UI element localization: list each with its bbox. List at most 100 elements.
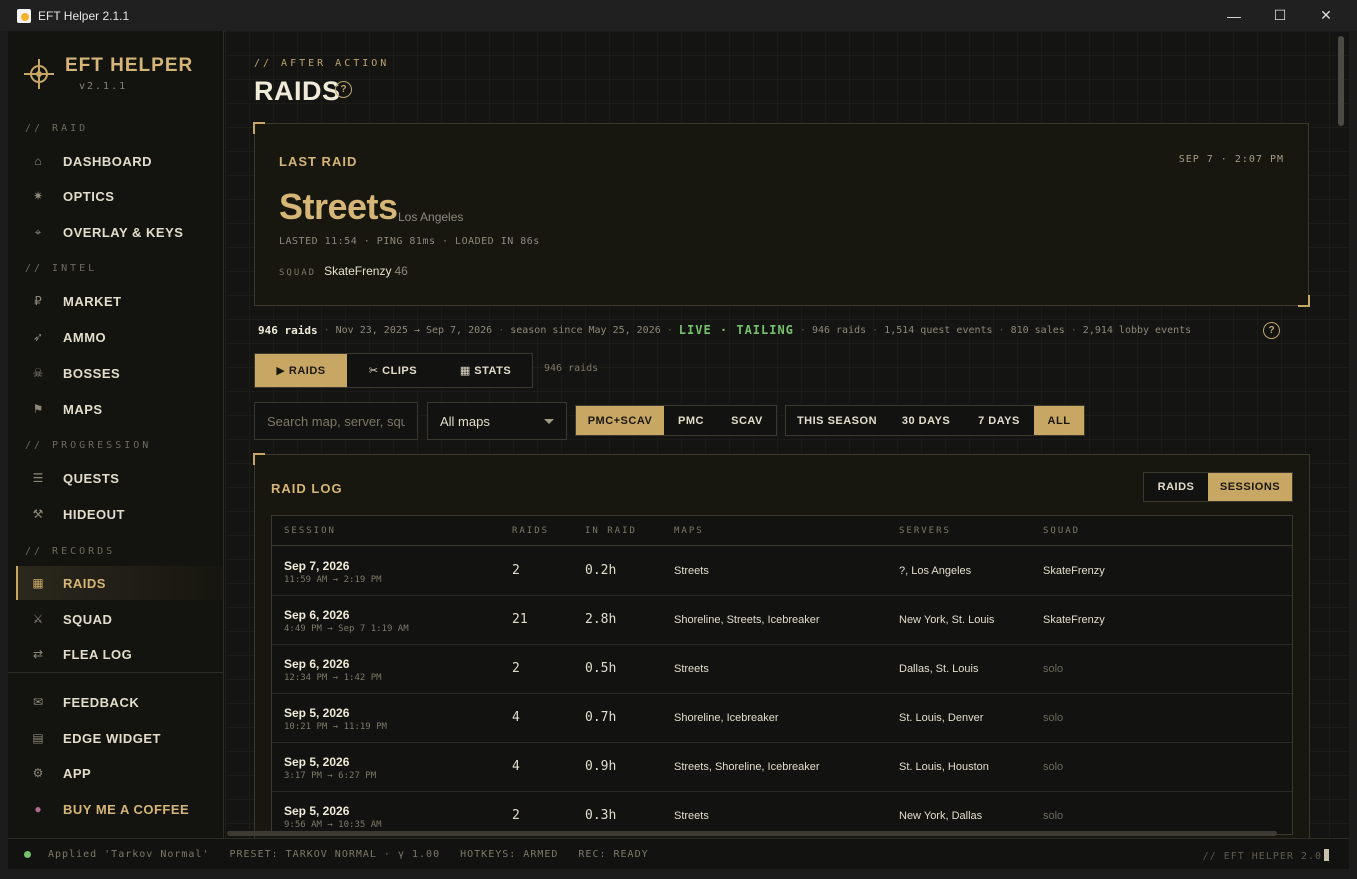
- view-sessions-button[interactable]: SESSIONS: [1208, 473, 1292, 501]
- session-servers: ?, Los Angeles: [899, 565, 972, 577]
- period-this-season[interactable]: THIS SEASON: [786, 406, 888, 435]
- gear-icon: ⚙: [32, 766, 44, 780]
- session-in-raid: 0.2h: [585, 563, 617, 578]
- squad-label: SQUAD: [279, 268, 317, 278]
- minimize-button[interactable]: —: [1211, 0, 1257, 31]
- raid-count: 946 raids: [258, 323, 318, 337]
- app-icon: [17, 8, 31, 23]
- table-header: SESSION RAIDS IN RAID MAPS SERVERS SQUAD: [272, 516, 1292, 546]
- sidebar-item-squad[interactable]: ⚔ SQUAD: [16, 602, 223, 636]
- vertical-scrollbar[interactable]: [1338, 36, 1344, 126]
- last-raid-label: LAST RAID: [279, 154, 358, 169]
- session-date: Sep 6, 2026: [284, 657, 350, 671]
- sidebar-item-raids[interactable]: ▦ RAIDS: [16, 566, 223, 600]
- sidebar-item-dashboard[interactable]: ⌂ DASHBOARD: [16, 144, 223, 178]
- stats-help-icon[interactable]: ?: [1263, 322, 1280, 339]
- session-range: 9:56 AM → 10:35 AM: [284, 820, 382, 830]
- header-squad[interactable]: SQUAD: [1043, 526, 1080, 536]
- status-brand: // EFT HELPER 2.0: [1202, 851, 1322, 862]
- sidebar-item-feedback[interactable]: ✉ FEEDBACK: [16, 685, 223, 719]
- session-date: Sep 5, 2026: [284, 755, 350, 769]
- header-servers[interactable]: SERVERS: [899, 526, 951, 536]
- period-30-days[interactable]: 30 DAYS: [888, 406, 964, 435]
- sidebar-item-buy-me-a-coffee[interactable]: ● BUY ME A COFFEE: [16, 792, 223, 826]
- sidebar-item-label: BOSSES: [63, 365, 121, 381]
- view-raids-button[interactable]: RAIDS: [1144, 473, 1208, 501]
- header-maps[interactable]: MAPS: [674, 526, 704, 536]
- map-select[interactable]: All maps: [427, 402, 567, 440]
- session-squad: SkateFrenzy: [1043, 565, 1105, 577]
- sidebar-item-maps[interactable]: ⚑ MAPS: [16, 392, 223, 426]
- flag-icon: ⚑: [32, 402, 44, 416]
- session-maps: Streets: [674, 810, 709, 822]
- session-range: 10:21 PM → 11:19 PM: [284, 722, 387, 732]
- session-servers: New York, St. Louis: [899, 614, 995, 626]
- tab-stats[interactable]: ▦ STATS: [439, 354, 532, 387]
- total-raids: 946 raids: [811, 324, 867, 336]
- table-row[interactable]: Sep 6, 2026 4:49 PM → Sep 7 1:19 AM 21 2…: [272, 596, 1292, 645]
- close-button[interactable]: ✕: [1303, 0, 1349, 31]
- help-icon[interactable]: ?: [335, 81, 352, 98]
- sidebar-item-quests[interactable]: ☰ QUESTS: [16, 461, 223, 495]
- horizontal-scrollbar[interactable]: [227, 831, 1277, 836]
- period-7-days[interactable]: 7 DAYS: [964, 406, 1034, 435]
- header-session[interactable]: SESSION: [284, 526, 336, 536]
- sales-count: 810 sales: [1010, 324, 1065, 336]
- session-maps: Shoreline, Streets, Icebreaker: [674, 614, 820, 626]
- last-raid-card: LAST RAID SEP 7 · 2:07 PM Streets Los An…: [253, 122, 1310, 307]
- table-row[interactable]: Sep 5, 2026 10:21 PM → 11:19 PM 4 0.7h S…: [272, 694, 1292, 743]
- maximize-button[interactable]: ☐: [1257, 0, 1303, 31]
- sidebar-item-label: OVERLAY & KEYS: [63, 224, 184, 240]
- table-row[interactable]: Sep 7, 2026 11:59 AM → 2:19 PM 2 0.2h St…: [272, 547, 1292, 596]
- session-in-raid: 0.9h: [585, 759, 617, 774]
- grid-icon: ▦: [32, 576, 44, 590]
- sidebar: EFT HELPER v2.1.1 // RAID ⌂ DASHBOARD ✷ …: [8, 31, 224, 838]
- table-row[interactable]: Sep 5, 2026 9:56 AM → 10:35 AM 2 0.3h St…: [272, 792, 1292, 834]
- mode-pmc[interactable]: PMC: [664, 406, 718, 435]
- mode-scav[interactable]: SCAV: [718, 406, 776, 435]
- title-bar: EFT Helper 2.1.1 — ☐ ✕: [0, 0, 1357, 31]
- squad-member-name[interactable]: SkateFrenzy: [324, 264, 391, 278]
- last-raid-map: Streets: [279, 186, 398, 227]
- bullet-icon: ➶: [32, 330, 44, 344]
- sidebar-item-flea-log[interactable]: ⇄ FLEA LOG: [16, 637, 223, 671]
- session-servers: Dallas, St. Louis: [899, 663, 979, 675]
- table-row[interactable]: Sep 6, 2026 12:34 PM → 1:42 PM 2 0.5h St…: [272, 645, 1292, 694]
- sidebar-item-label: MARKET: [63, 293, 122, 309]
- squad-member-level: 46: [394, 264, 408, 278]
- session-raids: 2: [512, 808, 520, 823]
- sidebar-item-label: DASHBOARD: [63, 153, 152, 169]
- sidebar-item-ammo[interactable]: ➶ AMMO: [16, 320, 223, 354]
- mail-icon: ✉: [32, 695, 44, 709]
- tab-raid-count: 946 raids: [544, 363, 599, 374]
- season-info: season since May 25, 2026: [510, 324, 661, 336]
- sidebar-item-label: HIDEOUT: [63, 506, 125, 522]
- sidebar-item-bosses[interactable]: ☠ BOSSES: [16, 356, 223, 390]
- sidebar-item-overlay-keys[interactable]: ⌖ OVERLAY & KEYS: [16, 215, 223, 249]
- sidebar-item-hideout[interactable]: ⚒ HIDEOUT: [16, 497, 223, 531]
- session-in-raid: 0.7h: [585, 710, 617, 725]
- sidebar-item-label: OPTICS: [63, 188, 115, 204]
- tab-clips[interactable]: ✂ CLIPS: [347, 354, 439, 387]
- skull-icon: ☠: [32, 366, 44, 380]
- sidebar-item-market[interactable]: ₽ MARKET: [16, 284, 223, 318]
- mode-pmc-scav[interactable]: PMC+SCAV: [576, 406, 664, 435]
- session-in-raid: 0.3h: [585, 808, 617, 823]
- tab-raids[interactable]: ▶ RAIDS: [255, 354, 347, 387]
- period-all[interactable]: ALL: [1034, 406, 1084, 435]
- table-row[interactable]: Sep 5, 2026 3:17 PM → 6:27 PM 4 0.9h Str…: [272, 743, 1292, 792]
- search-input[interactable]: [254, 402, 418, 440]
- sidebar-item-label: EDGE WIDGET: [63, 730, 161, 746]
- sidebar-item-label: QUESTS: [63, 470, 120, 486]
- session-in-raid: 2.8h: [585, 612, 617, 627]
- session-date: Sep 7, 2026: [284, 559, 350, 573]
- sidebar-item-optics[interactable]: ✷ OPTICS: [16, 179, 223, 213]
- sidebar-item-app[interactable]: ⚙ APP: [16, 756, 223, 790]
- header-raids[interactable]: RAIDS: [512, 526, 549, 536]
- raid-log-table: SESSION RAIDS IN RAID MAPS SERVERS SQUAD…: [271, 515, 1293, 835]
- header-in-raid[interactable]: IN RAID: [585, 526, 637, 536]
- sidebar-item-edge-widget[interactable]: ▤ EDGE WIDGET: [16, 721, 223, 755]
- session-date: Sep 5, 2026: [284, 706, 350, 720]
- main-content: // AFTER ACTION RAIDS ? LAST RAID SEP 7 …: [225, 31, 1349, 838]
- last-raid-meta: LASTED 11:54 · PING 81ms · LOADED IN 86s: [279, 236, 540, 247]
